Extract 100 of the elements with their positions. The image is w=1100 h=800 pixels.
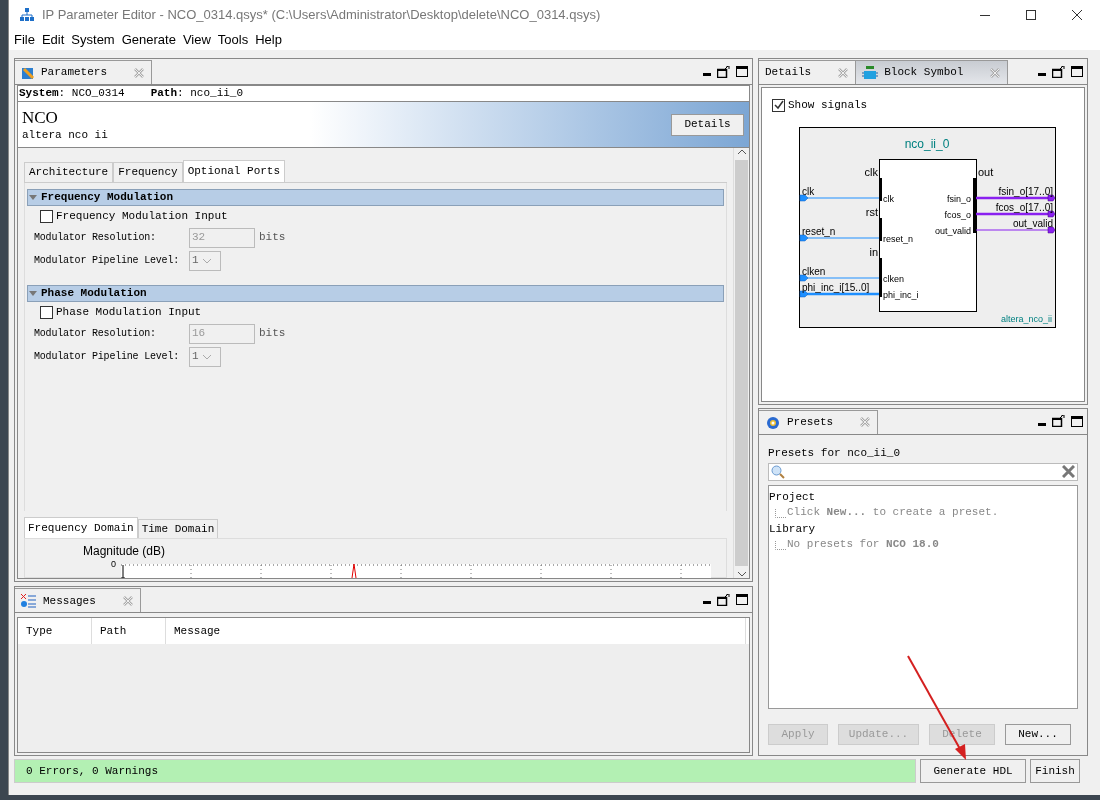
parameter-tab[interactable]: Optional Ports	[182, 160, 286, 182]
minimize-icon	[703, 601, 711, 605]
panel-tab[interactable]: Block Symbol	[856, 60, 1009, 84]
plot-tab[interactable]: Frequency Domain	[24, 517, 138, 538]
section-title: Phase Modulation	[41, 286, 147, 302]
interface-label: out	[978, 166, 994, 178]
menu-item[interactable]: Generate	[118, 30, 179, 50]
check-icon	[773, 100, 784, 110]
presets-heading: Presets for nco_ii_0	[768, 445, 902, 461]
maximize-icon	[1071, 415, 1083, 427]
restore-icon	[717, 65, 730, 78]
checkbox[interactable]	[772, 98, 785, 112]
signal-name: out_valid	[1012, 218, 1053, 229]
close-icon	[859, 416, 872, 428]
interface-bar	[879, 258, 882, 297]
tree-node[interactable]: Project	[769, 488, 1077, 505]
search-field[interactable]	[768, 462, 1078, 481]
maximize-icon	[1071, 66, 1083, 77]
restore-icon	[1052, 65, 1065, 78]
panel-tab[interactable]: Messages	[15, 588, 141, 613]
interface-bar	[879, 178, 882, 201]
close-icon	[1072, 10, 1082, 20]
system-label: System: NCO_0314	[19, 86, 125, 102]
close-icon	[989, 66, 1002, 79]
tree-leaf[interactable]: Click New... to create a preset.	[787, 504, 999, 521]
field-label: Modulator Resolution:	[34, 231, 157, 245]
module-name: altera_nco_ii	[1000, 314, 1052, 324]
column-header[interactable]: Type	[18, 618, 92, 645]
section-header[interactable]: Frequency Modulation	[27, 189, 724, 206]
menu-item[interactable]: File	[11, 30, 38, 50]
interface-label: clk	[864, 166, 878, 178]
parameter-tab[interactable]: Frequency	[113, 162, 183, 182]
restore-icon	[717, 593, 730, 606]
action-button[interactable]: Generate HDL	[920, 759, 1026, 783]
section-title: Frequency Modulation	[41, 190, 174, 206]
parameter-tab[interactable]: Architecture	[24, 162, 114, 182]
signal-name: clken	[802, 266, 826, 277]
caret-icon	[201, 353, 212, 360]
checkbox[interactable]	[40, 305, 53, 319]
menu-item[interactable]: Edit	[38, 30, 68, 50]
scroll-down-icon	[736, 570, 747, 579]
maximize-icon	[736, 66, 748, 77]
tree-connector-icon	[775, 508, 787, 521]
checkbox-label: Phase Modulation Input	[56, 304, 202, 320]
axis-label: Magnitude (dB)	[83, 543, 166, 560]
checkbox-label: Frequency Modulation Input	[56, 208, 228, 224]
component-type: altera nco ii	[22, 127, 108, 142]
caret-icon	[201, 257, 212, 264]
unit-label: bits	[259, 326, 286, 342]
field-label: Modulator Pipeline Level:	[34, 350, 181, 364]
close-icon	[837, 66, 850, 79]
expanded-icon	[28, 289, 38, 298]
menu-item[interactable]: Help	[252, 30, 285, 50]
menu-item[interactable]: View	[179, 30, 214, 50]
section-header[interactable]: Phase Modulation	[27, 285, 724, 302]
messages-icon	[21, 593, 37, 608]
component-name: NCO	[22, 107, 59, 128]
signal-name: phi_inc_i[15..0]	[802, 282, 870, 293]
action-button[interactable]: Finish	[1030, 759, 1080, 783]
preset-button[interactable]: New...	[1005, 723, 1071, 745]
app-icon	[20, 8, 34, 22]
panel-tab[interactable]: Parameters	[15, 60, 152, 84]
menu-item[interactable]: Tools	[214, 30, 252, 50]
close-icon	[121, 594, 134, 607]
search-icon	[771, 464, 785, 479]
minimize-icon	[703, 73, 711, 76]
scroll-up-icon	[736, 148, 747, 156]
port-name: fsin_o	[946, 193, 971, 204]
checkbox[interactable]	[40, 209, 53, 223]
details-button[interactable]: Details	[671, 113, 744, 136]
signal-name: fsin_o[17..0]	[998, 186, 1053, 197]
minimize-icon	[980, 14, 990, 16]
tree-leaf[interactable]: No presets for NCO 18.0	[787, 536, 939, 553]
signal-name: clk	[802, 186, 815, 197]
menu-item[interactable]: System	[68, 30, 118, 50]
scrollbar[interactable]	[733, 148, 749, 579]
clear-icon[interactable]	[1062, 465, 1075, 478]
expanded-icon	[28, 193, 38, 202]
panel-tab[interactable]: Presets	[759, 409, 879, 434]
tree-node[interactable]: Library	[769, 520, 1077, 537]
column-header[interactable]: Path	[92, 618, 166, 645]
maximize-icon	[736, 594, 748, 606]
status-bar: 0 Errors, 0 Warnings	[14, 759, 916, 783]
tree-connector-icon	[775, 540, 787, 553]
chip-icon	[862, 65, 879, 80]
pencil-icon	[21, 65, 35, 80]
panel-tab[interactable]: Details	[759, 60, 857, 84]
field-label: Modulator Pipeline Level:	[34, 254, 181, 268]
interface-label: rst	[865, 206, 878, 218]
tick-label: 0	[111, 558, 116, 571]
port-name: fcos_o	[944, 209, 971, 220]
instance-name: nco_ii_0	[904, 137, 950, 151]
column-header[interactable]: Message	[166, 618, 746, 645]
interface-bar	[879, 218, 882, 241]
minimize-icon	[1038, 422, 1046, 426]
plot-tab[interactable]: Time Domain	[137, 519, 219, 538]
interface-label: in	[869, 246, 878, 258]
port-name: reset_n	[883, 233, 914, 244]
port-name: clken	[883, 273, 904, 284]
close-icon	[133, 66, 145, 79]
